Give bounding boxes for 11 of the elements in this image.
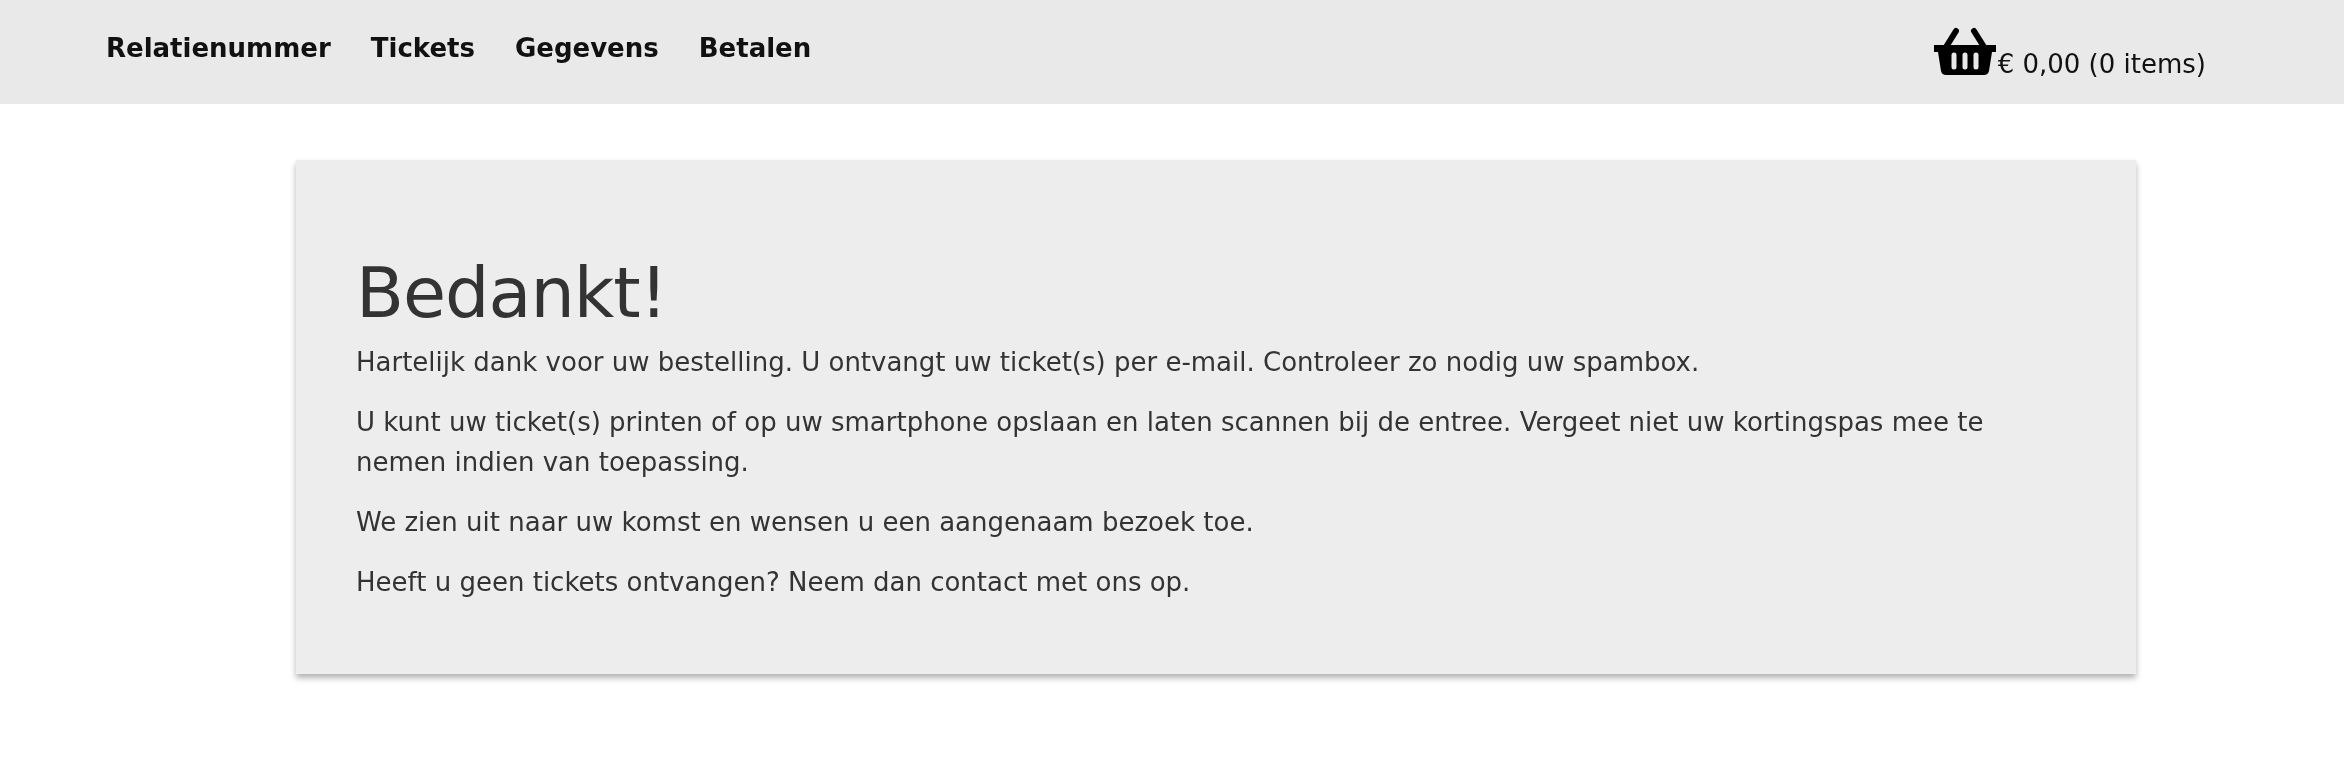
cart-summary[interactable]: € 0,00 (0 items) (1997, 49, 2206, 79)
page-heading: Bedankt! (356, 258, 668, 328)
paragraph: Heeft u geen tickets ontvangen? Neem dan contact met ons op. (356, 566, 1192, 599)
paragraph: We zien uit naar uw komst en wensen u een aangenaam bezoek toe. (356, 506, 1255, 539)
nav-link[interactable]: Betalen (698, 33, 812, 63)
basket-icon[interactable] (1933, 27, 1996, 77)
nav-link[interactable]: Tickets (370, 33, 475, 63)
paragraph: Hartelijk dank voor uw bestelling. U ontvangt uw ticket(s) per e-mail. Controleer zo nodig uw spambox. (356, 346, 1701, 379)
paragraph: U kunt uw ticket(s) printen of op uw smartphone opslaan en laten scannen bij de entree. Vergeet niet uw kortingspas mee te nemen indien van toepassing. (356, 406, 1985, 479)
nav-link[interactable]: Gegevens (514, 33, 659, 63)
nav-link[interactable]: Relatienummer (106, 33, 331, 63)
